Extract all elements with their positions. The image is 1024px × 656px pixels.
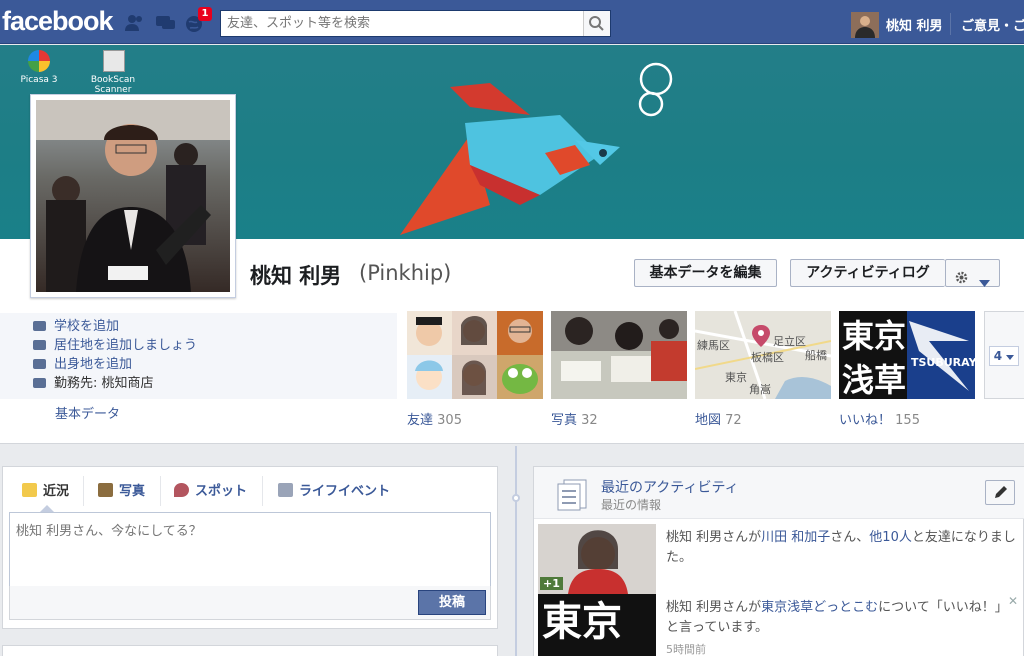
gear-icon: [955, 267, 968, 293]
page-thumb-text: 東京: [542, 599, 622, 645]
map-label: 足立区: [773, 334, 806, 348]
facebook-logo[interactable]: facebook: [2, 6, 114, 37]
page-link[interactable]: 東京浅草どっとこむ: [761, 600, 878, 615]
likes-text-2: 浅草: [842, 361, 906, 399]
user-avatar[interactable]: [851, 12, 879, 38]
topbar-divider: [950, 13, 951, 35]
tab-photo[interactable]: 写真: [98, 482, 145, 502]
friends-tile[interactable]: [407, 311, 543, 399]
hometown-icon: [33, 359, 46, 369]
map-tile[interactable]: 足立区 練馬区 板橋区 船橋 東京 角嵩: [695, 311, 831, 399]
friends-label[interactable]: 友達 305: [407, 409, 462, 428]
photos-tile[interactable]: [551, 311, 687, 399]
home-icon: [33, 340, 46, 350]
map-label: 東京: [725, 370, 747, 384]
timeline-spine: [515, 446, 517, 656]
map-label: 練馬区: [697, 338, 730, 352]
next-timeline-box: [2, 645, 498, 656]
status-textarea[interactable]: [10, 513, 490, 586]
feedback-link[interactable]: ご意見・ご: [961, 15, 1024, 34]
photos-label[interactable]: 写真 32: [551, 409, 598, 428]
map-label: 角嵩: [749, 383, 771, 396]
settings-dropdown-button[interactable]: [945, 259, 1000, 287]
picasa-icon-label: Picasa 3: [20, 75, 58, 85]
edit-activity-button[interactable]: [985, 480, 1015, 505]
others-link[interactable]: 他10人: [869, 530, 912, 545]
bookscan-icon-label: BookScan Scanner: [90, 75, 136, 95]
profile-photo-image: [36, 100, 230, 292]
add-school-link[interactable]: 学校を追加: [33, 317, 119, 336]
friend-count-badge: +1: [540, 577, 563, 590]
user-name-link[interactable]: 桃知 利男: [886, 15, 943, 34]
tab-divider: [160, 476, 161, 506]
pencil-icon: [995, 486, 1007, 498]
add-residence-link[interactable]: 居住地を追加しましょう: [33, 336, 197, 355]
friend-link[interactable]: 川田 和加子: [761, 530, 830, 545]
status-input-box: [9, 512, 491, 587]
activity-title[interactable]: 最近のアクティビティ: [601, 477, 739, 497]
post-button[interactable]: 投稿: [418, 590, 486, 615]
likes-tile[interactable]: 東京 浅草 TSUBURAYA: [839, 311, 975, 399]
bookscan-desktop-icon[interactable]: [103, 50, 125, 72]
close-icon[interactable]: ✕: [1008, 594, 1018, 608]
active-tab-pointer: [40, 505, 54, 512]
tab-divider: [83, 476, 84, 506]
activity-item-friends: 桃知 利男さんが川田 和加子さん、他10人と友達になりました。: [666, 530, 1016, 565]
briefcase-icon: [33, 378, 46, 388]
activity-subtitle: 最近の情報: [601, 498, 662, 512]
map-label: 船橋: [805, 348, 827, 362]
status-icon: [22, 483, 37, 497]
tab-status[interactable]: 近況: [22, 482, 69, 502]
likes-text-1: 東京: [842, 317, 906, 355]
tab-life-event[interactable]: ライフイベント: [278, 482, 390, 502]
search-icon: [589, 16, 604, 31]
chevron-down-icon: [979, 270, 990, 296]
likes-label[interactable]: いいね！ 155: [839, 409, 920, 428]
profile-picture[interactable]: [30, 94, 236, 298]
profile-name[interactable]: 桃知 利男: [250, 260, 341, 290]
profile-alternate-name: (Pinkhip): [359, 261, 452, 285]
timeline-dot: [512, 494, 520, 502]
photo-icon: [98, 483, 113, 497]
activity-list-icon: [556, 478, 590, 512]
tsuburaya-logo: TSUBURAYA: [911, 356, 975, 369]
search-input[interactable]: [221, 11, 583, 36]
about-link[interactable]: 基本データ: [55, 403, 120, 422]
search-button[interactable]: [583, 11, 610, 36]
activity-item-like: 桃知 利男さんが東京浅草どっとこむについて「いいね！」と言っています。: [666, 600, 1008, 635]
workplace-item: 勤務先: 桃知商店: [33, 374, 154, 393]
edit-profile-button[interactable]: 基本データを編集: [634, 259, 777, 287]
book-icon: [278, 483, 293, 497]
more-sections-tab[interactable]: 4: [984, 311, 1024, 399]
friend-requests-icon[interactable]: [124, 13, 146, 33]
picasa-desktop-icon[interactable]: [28, 50, 50, 72]
school-icon: [33, 321, 46, 331]
more-count-dropdown[interactable]: 4: [989, 346, 1019, 366]
map-label: 板橋区: [751, 350, 784, 364]
tab-place[interactable]: スポット: [174, 482, 247, 502]
chevron-down-icon: [1006, 355, 1015, 360]
map-label-link[interactable]: 地図 72: [695, 409, 742, 428]
activity-timestamp: 5時間前: [666, 643, 706, 656]
activity-log-button[interactable]: アクティビティログ: [790, 259, 945, 287]
tab-divider: [262, 476, 263, 506]
search-box: [220, 10, 611, 37]
messages-icon[interactable]: [155, 13, 177, 33]
page-thumb[interactable]: 東京: [538, 594, 656, 656]
notification-badge: 1: [198, 7, 212, 21]
location-pin-icon: [174, 483, 189, 497]
add-hometown-link[interactable]: 出身地を追加: [33, 355, 132, 374]
